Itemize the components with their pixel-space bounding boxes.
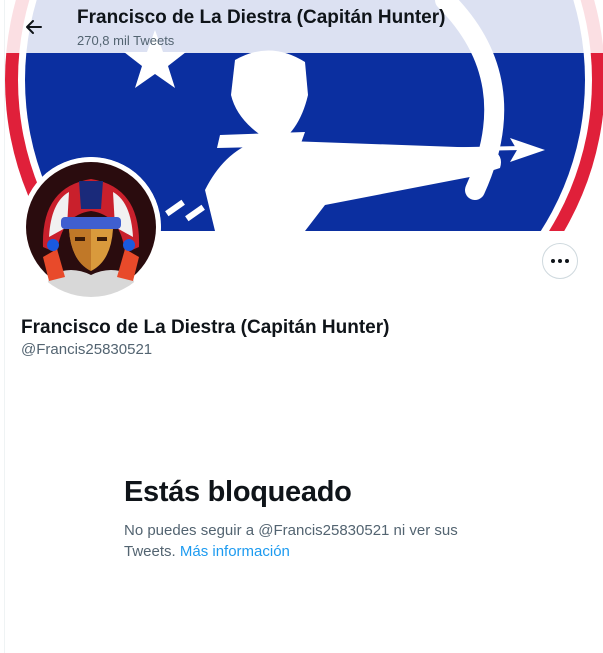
more-info-link[interactable]: Más información: [180, 543, 290, 560]
avatar-image: [21, 157, 161, 297]
arrow-left-icon: [26, 20, 42, 34]
header-title: Francisco de La Diestra (Capitán Hunter): [77, 7, 446, 28]
blocked-message-block: No puedes seguir a @Francis25830521 ni v…: [124, 520, 464, 562]
profile-display-name: Francisco de La Diestra (Capitán Hunter): [21, 317, 390, 338]
blocked-message: No puedes seguir a @Francis25830521 ni v…: [124, 522, 458, 560]
profile-header-bar: Francisco de La Diestra (Capitán Hunter)…: [5, 0, 603, 53]
more-horizontal-icon: [551, 259, 569, 263]
profile-page: Francisco de La Diestra (Capitán Hunter)…: [0, 0, 603, 653]
blocked-title: Estás bloqueado: [124, 476, 352, 508]
profile-handle: @Francis25830521: [21, 341, 153, 358]
avatar[interactable]: [21, 157, 161, 297]
tweet-count: 270,8 mil Tweets: [77, 33, 175, 48]
back-button[interactable]: [17, 10, 51, 44]
more-options-button[interactable]: [542, 243, 578, 279]
